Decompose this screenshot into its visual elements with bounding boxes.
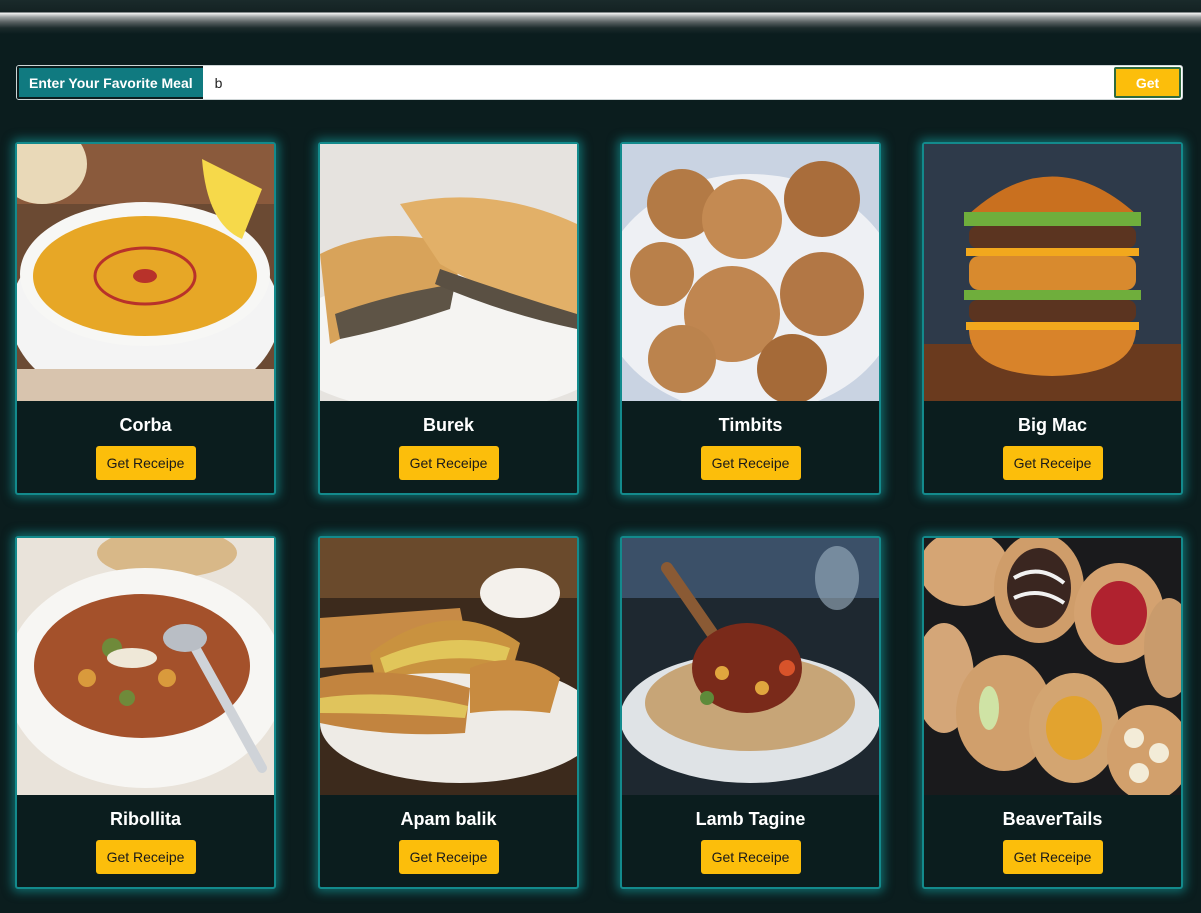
search-label: Enter Your Favorite Meal [17, 66, 203, 99]
meal-card: Big Mac Get Receipe [922, 142, 1183, 495]
meal-photo-corba [17, 144, 274, 401]
meal-name: Lamb Tagine [695, 809, 806, 829]
meal-photo-big-mac [924, 144, 1181, 401]
meal-name: Timbits [718, 415, 783, 435]
meal-card: Ribollita Get Receipe [15, 536, 276, 889]
top-divider-bar [0, 0, 1201, 34]
meal-photo-burek [320, 144, 577, 401]
meal-card: Apam balik Get Receipe [318, 536, 579, 889]
meal-card: Timbits Get Receipe [620, 142, 881, 495]
meal-card: BeaverTails Get Receipe [922, 536, 1183, 889]
meal-photo-beavertails [924, 538, 1181, 795]
get-recipe-button[interactable]: Get Receipe [700, 840, 801, 874]
meal-card: Lamb Tagine Get Receipe [620, 536, 881, 889]
meal-name: Ribollita [110, 809, 181, 829]
get-recipe-button[interactable]: Get Receipe [1002, 840, 1103, 874]
meal-photo-apam-balik [320, 538, 577, 795]
meal-card: Corba Get Receipe [15, 142, 276, 495]
meal-card: Burek Get Receipe [318, 142, 579, 495]
meal-photo-lamb-tagine [622, 538, 879, 795]
meal-photo-timbits [622, 144, 879, 401]
get-recipe-button[interactable]: Get Receipe [398, 840, 499, 874]
get-recipe-button[interactable]: Get Receipe [1002, 446, 1103, 480]
meal-search-input[interactable] [202, 66, 1113, 99]
get-recipe-button[interactable]: Get Receipe [398, 446, 499, 480]
meal-search-bar: Enter Your Favorite Meal Get [16, 65, 1183, 100]
meal-name: Big Mac [1017, 415, 1087, 435]
meal-name: Apam balik [400, 809, 497, 829]
get-recipe-button[interactable]: Get Receipe [95, 446, 196, 480]
meal-name: Corba [119, 415, 172, 435]
meal-name: BeaverTails [1002, 809, 1103, 829]
get-recipe-button[interactable]: Get Receipe [95, 840, 196, 874]
meal-photo-ribollita [17, 538, 274, 795]
get-meals-button[interactable]: Get [1114, 67, 1181, 98]
meal-name: Burek [422, 415, 475, 435]
get-recipe-button[interactable]: Get Receipe [700, 446, 801, 480]
